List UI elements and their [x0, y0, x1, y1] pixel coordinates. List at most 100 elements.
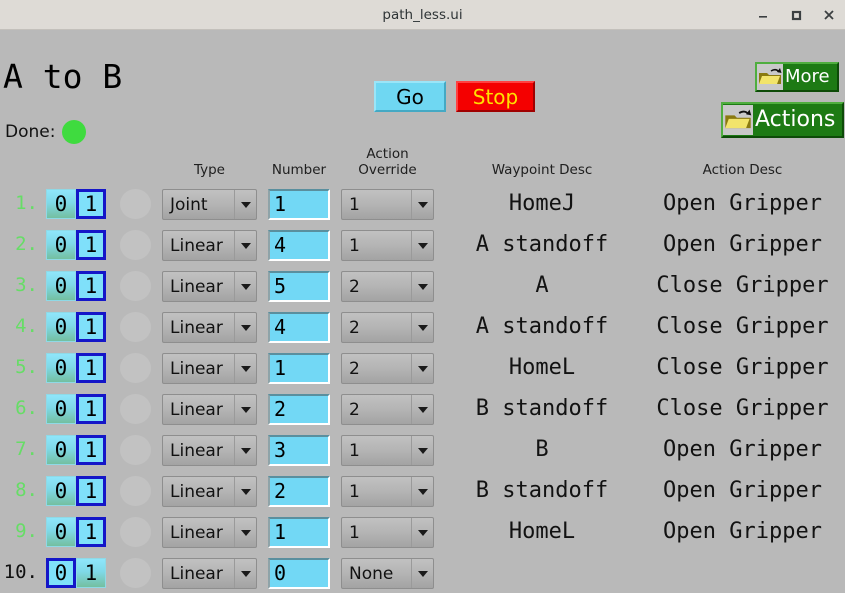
toggle-option-0[interactable]: 0	[46, 271, 76, 301]
type-dropdown[interactable]: Linear	[162, 517, 257, 548]
action-override-value: 1	[349, 481, 360, 502]
waypoint-desc: B	[535, 437, 549, 462]
status-indicator	[120, 312, 151, 342]
toggle-option-1[interactable]: 1	[76, 435, 106, 465]
toggle-option-1[interactable]: 1	[76, 558, 106, 588]
go-button[interactable]: Go	[374, 81, 446, 112]
number-input[interactable]: 1	[268, 189, 330, 220]
table-row: 3. 0 1 Linear 5 2 A Close Gripper	[0, 265, 845, 306]
action-override-dropdown[interactable]: 1	[341, 435, 434, 466]
action-override-dropdown[interactable]: 2	[341, 353, 434, 384]
toggle-option-0[interactable]: 0	[46, 189, 76, 219]
action-override-value: 2	[349, 358, 360, 379]
toggle-option-0[interactable]: 0	[46, 312, 76, 342]
toggle-option-1[interactable]: 1	[76, 517, 106, 547]
column-header-waypoint-desc: Waypoint Desc	[491, 162, 593, 178]
type-dropdown[interactable]: Linear	[162, 353, 257, 384]
action-desc: Close Gripper	[656, 273, 829, 298]
close-button[interactable]	[821, 7, 837, 23]
enable-toggle[interactable]: 01	[46, 435, 106, 465]
action-override-dropdown[interactable]: 1	[341, 230, 434, 261]
type-dropdown[interactable]: Linear	[162, 476, 257, 507]
number-input[interactable]: 5	[268, 271, 330, 302]
row-index: 5.	[15, 356, 38, 378]
action-override-dropdown[interactable]: 1	[341, 517, 434, 548]
table-row: 7. 0 1 Linear 3 1 B Open Gripper	[0, 429, 845, 470]
stop-button[interactable]: Stop	[456, 81, 535, 112]
type-dropdown[interactable]: Linear	[162, 312, 257, 343]
action-override-dropdown[interactable]: 1	[341, 189, 434, 220]
action-override-value: 1	[349, 522, 360, 543]
table-row: 5. 0 1 Linear 1 2 HomeL Close Gripper	[0, 347, 845, 388]
enable-toggle[interactable]: 01	[46, 230, 106, 260]
action-override-dropdown[interactable]: 2	[341, 271, 434, 302]
toggle-option-0[interactable]: 0	[46, 476, 76, 506]
table-row: 9. 0 1 Linear 1 1 HomeL Open Gripper	[0, 511, 845, 552]
enable-toggle[interactable]: 01	[46, 312, 106, 342]
enable-toggle[interactable]: 01	[46, 189, 106, 219]
action-override-dropdown[interactable]: 2	[341, 394, 434, 425]
number-input[interactable]: 3	[268, 435, 330, 466]
toggle-option-1[interactable]: 1	[76, 189, 106, 219]
column-header-number: Number	[271, 162, 327, 178]
number-input[interactable]: 0	[268, 558, 330, 589]
number-input[interactable]: 1	[268, 517, 330, 548]
toggle-option-1[interactable]: 1	[76, 271, 106, 301]
status-indicator	[120, 189, 151, 219]
action-override-dropdown[interactable]: 1	[341, 476, 434, 507]
number-input[interactable]: 4	[268, 230, 330, 261]
action-override-dropdown[interactable]: 2	[341, 312, 434, 343]
chevron-down-icon	[234, 272, 256, 301]
status-indicator	[120, 435, 151, 465]
number-input[interactable]: 2	[268, 394, 330, 425]
toggle-option-0[interactable]: 0	[46, 435, 76, 465]
number-input[interactable]: 1	[268, 353, 330, 384]
status-indicator	[120, 353, 151, 383]
chevron-down-icon	[411, 395, 433, 424]
maximize-button[interactable]	[788, 7, 804, 23]
more-button[interactable]: More	[755, 62, 839, 92]
waypoint-desc: HomeJ	[508, 191, 576, 216]
enable-toggle[interactable]: 01	[46, 271, 106, 301]
type-dropdown[interactable]: Linear	[162, 230, 257, 261]
action-desc: Open Gripper	[663, 478, 822, 503]
window-title: path_less.ui	[382, 6, 463, 23]
action-desc: Open Gripper	[663, 437, 822, 462]
type-dropdown-value: Linear	[170, 358, 223, 379]
toggle-option-0[interactable]: 0	[46, 558, 76, 588]
column-header-override-line1: Action	[366, 146, 409, 162]
number-input[interactable]: 4	[268, 312, 330, 343]
toggle-option-0[interactable]: 0	[46, 230, 76, 260]
status-indicator	[120, 271, 151, 301]
toggle-option-1[interactable]: 1	[76, 353, 106, 383]
enable-toggle[interactable]: 01	[46, 394, 106, 424]
enable-toggle[interactable]: 01	[46, 353, 106, 383]
action-override-dropdown[interactable]: None	[341, 558, 434, 589]
chevron-down-icon	[234, 313, 256, 342]
type-dropdown[interactable]: Linear	[162, 271, 257, 302]
action-override-value: 1	[349, 440, 360, 461]
minimize-button[interactable]	[755, 7, 771, 23]
toggle-option-1[interactable]: 1	[76, 230, 106, 260]
action-desc: Close Gripper	[656, 314, 829, 339]
actions-button[interactable]: Actions	[721, 102, 845, 138]
toggle-option-0[interactable]: 0	[46, 394, 76, 424]
type-dropdown[interactable]: Linear	[162, 394, 257, 425]
action-override-value: 1	[349, 235, 360, 256]
type-dropdown[interactable]: Joint	[162, 189, 257, 220]
waypoint-desc: HomeL	[508, 355, 576, 380]
toggle-option-1[interactable]: 1	[76, 312, 106, 342]
action-desc	[640, 552, 845, 593]
chevron-down-icon	[234, 395, 256, 424]
toggle-option-0[interactable]: 0	[46, 353, 76, 383]
toggle-option-0[interactable]: 0	[46, 517, 76, 547]
enable-toggle[interactable]: 01	[46, 558, 106, 588]
number-input[interactable]: 2	[268, 476, 330, 507]
toggle-option-1[interactable]: 1	[76, 476, 106, 506]
toggle-option-1[interactable]: 1	[76, 394, 106, 424]
type-dropdown[interactable]: Linear	[162, 558, 257, 589]
enable-toggle[interactable]: 01	[46, 476, 106, 506]
enable-toggle[interactable]: 01	[46, 517, 106, 547]
chevron-down-icon	[234, 477, 256, 506]
type-dropdown[interactable]: Linear	[162, 435, 257, 466]
